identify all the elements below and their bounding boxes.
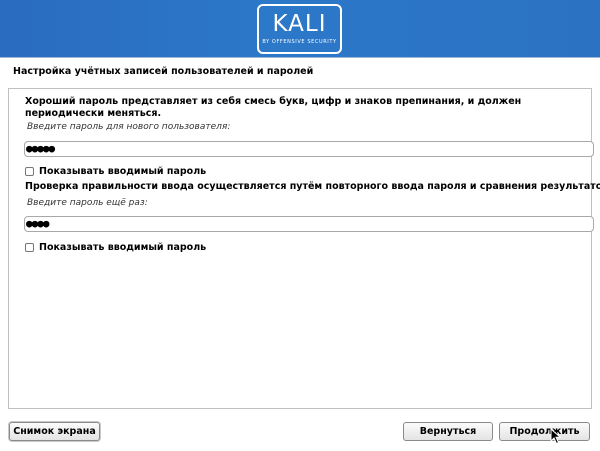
mouse-pointer-icon bbox=[550, 428, 562, 445]
checkbox-unchecked-icon[interactable] bbox=[25, 167, 34, 176]
password-prompt: Введите пароль для нового пользователя: bbox=[27, 122, 231, 132]
show-password-option[interactable]: Показывать вводимый пароль bbox=[25, 161, 206, 177]
password-confirm-input[interactable]: ●●●● bbox=[24, 216, 594, 232]
header-banner: KALI BY OFFENSIVE SECURITY bbox=[0, 0, 600, 57]
screenshot-button[interactable]: Снимок экрана bbox=[9, 422, 100, 441]
back-button[interactable]: Вернуться bbox=[403, 422, 493, 441]
verify-hint-text: Проверка правильности ввода осуществляет… bbox=[25, 181, 600, 192]
banner-divider bbox=[0, 57, 600, 58]
logo-subtitle: BY OFFENSIVE SECURITY bbox=[262, 39, 337, 45]
kali-logo: KALI BY OFFENSIVE SECURITY bbox=[257, 4, 342, 54]
show-password-confirm-option[interactable]: Показывать вводимый пароль bbox=[25, 237, 206, 253]
content-panel: Хороший пароль представляет из себя смес… bbox=[8, 88, 600, 409]
logo-text: KALI bbox=[272, 11, 327, 37]
continue-button[interactable]: Продолжить bbox=[499, 422, 590, 441]
checkbox-unchecked-icon[interactable] bbox=[25, 243, 34, 252]
password-confirm-prompt: Введите пароль ещё раз: bbox=[27, 198, 148, 208]
page-title: Настройка учётных записей пользователей … bbox=[13, 66, 314, 77]
show-password-label: Показывать вводимый пароль bbox=[39, 166, 207, 177]
show-password-confirm-label: Показывать вводимый пароль bbox=[39, 242, 207, 253]
password-input[interactable]: ●●●●● bbox=[24, 141, 594, 157]
password-hint-text: Хороший пароль представляет из себя смес… bbox=[25, 96, 522, 119]
